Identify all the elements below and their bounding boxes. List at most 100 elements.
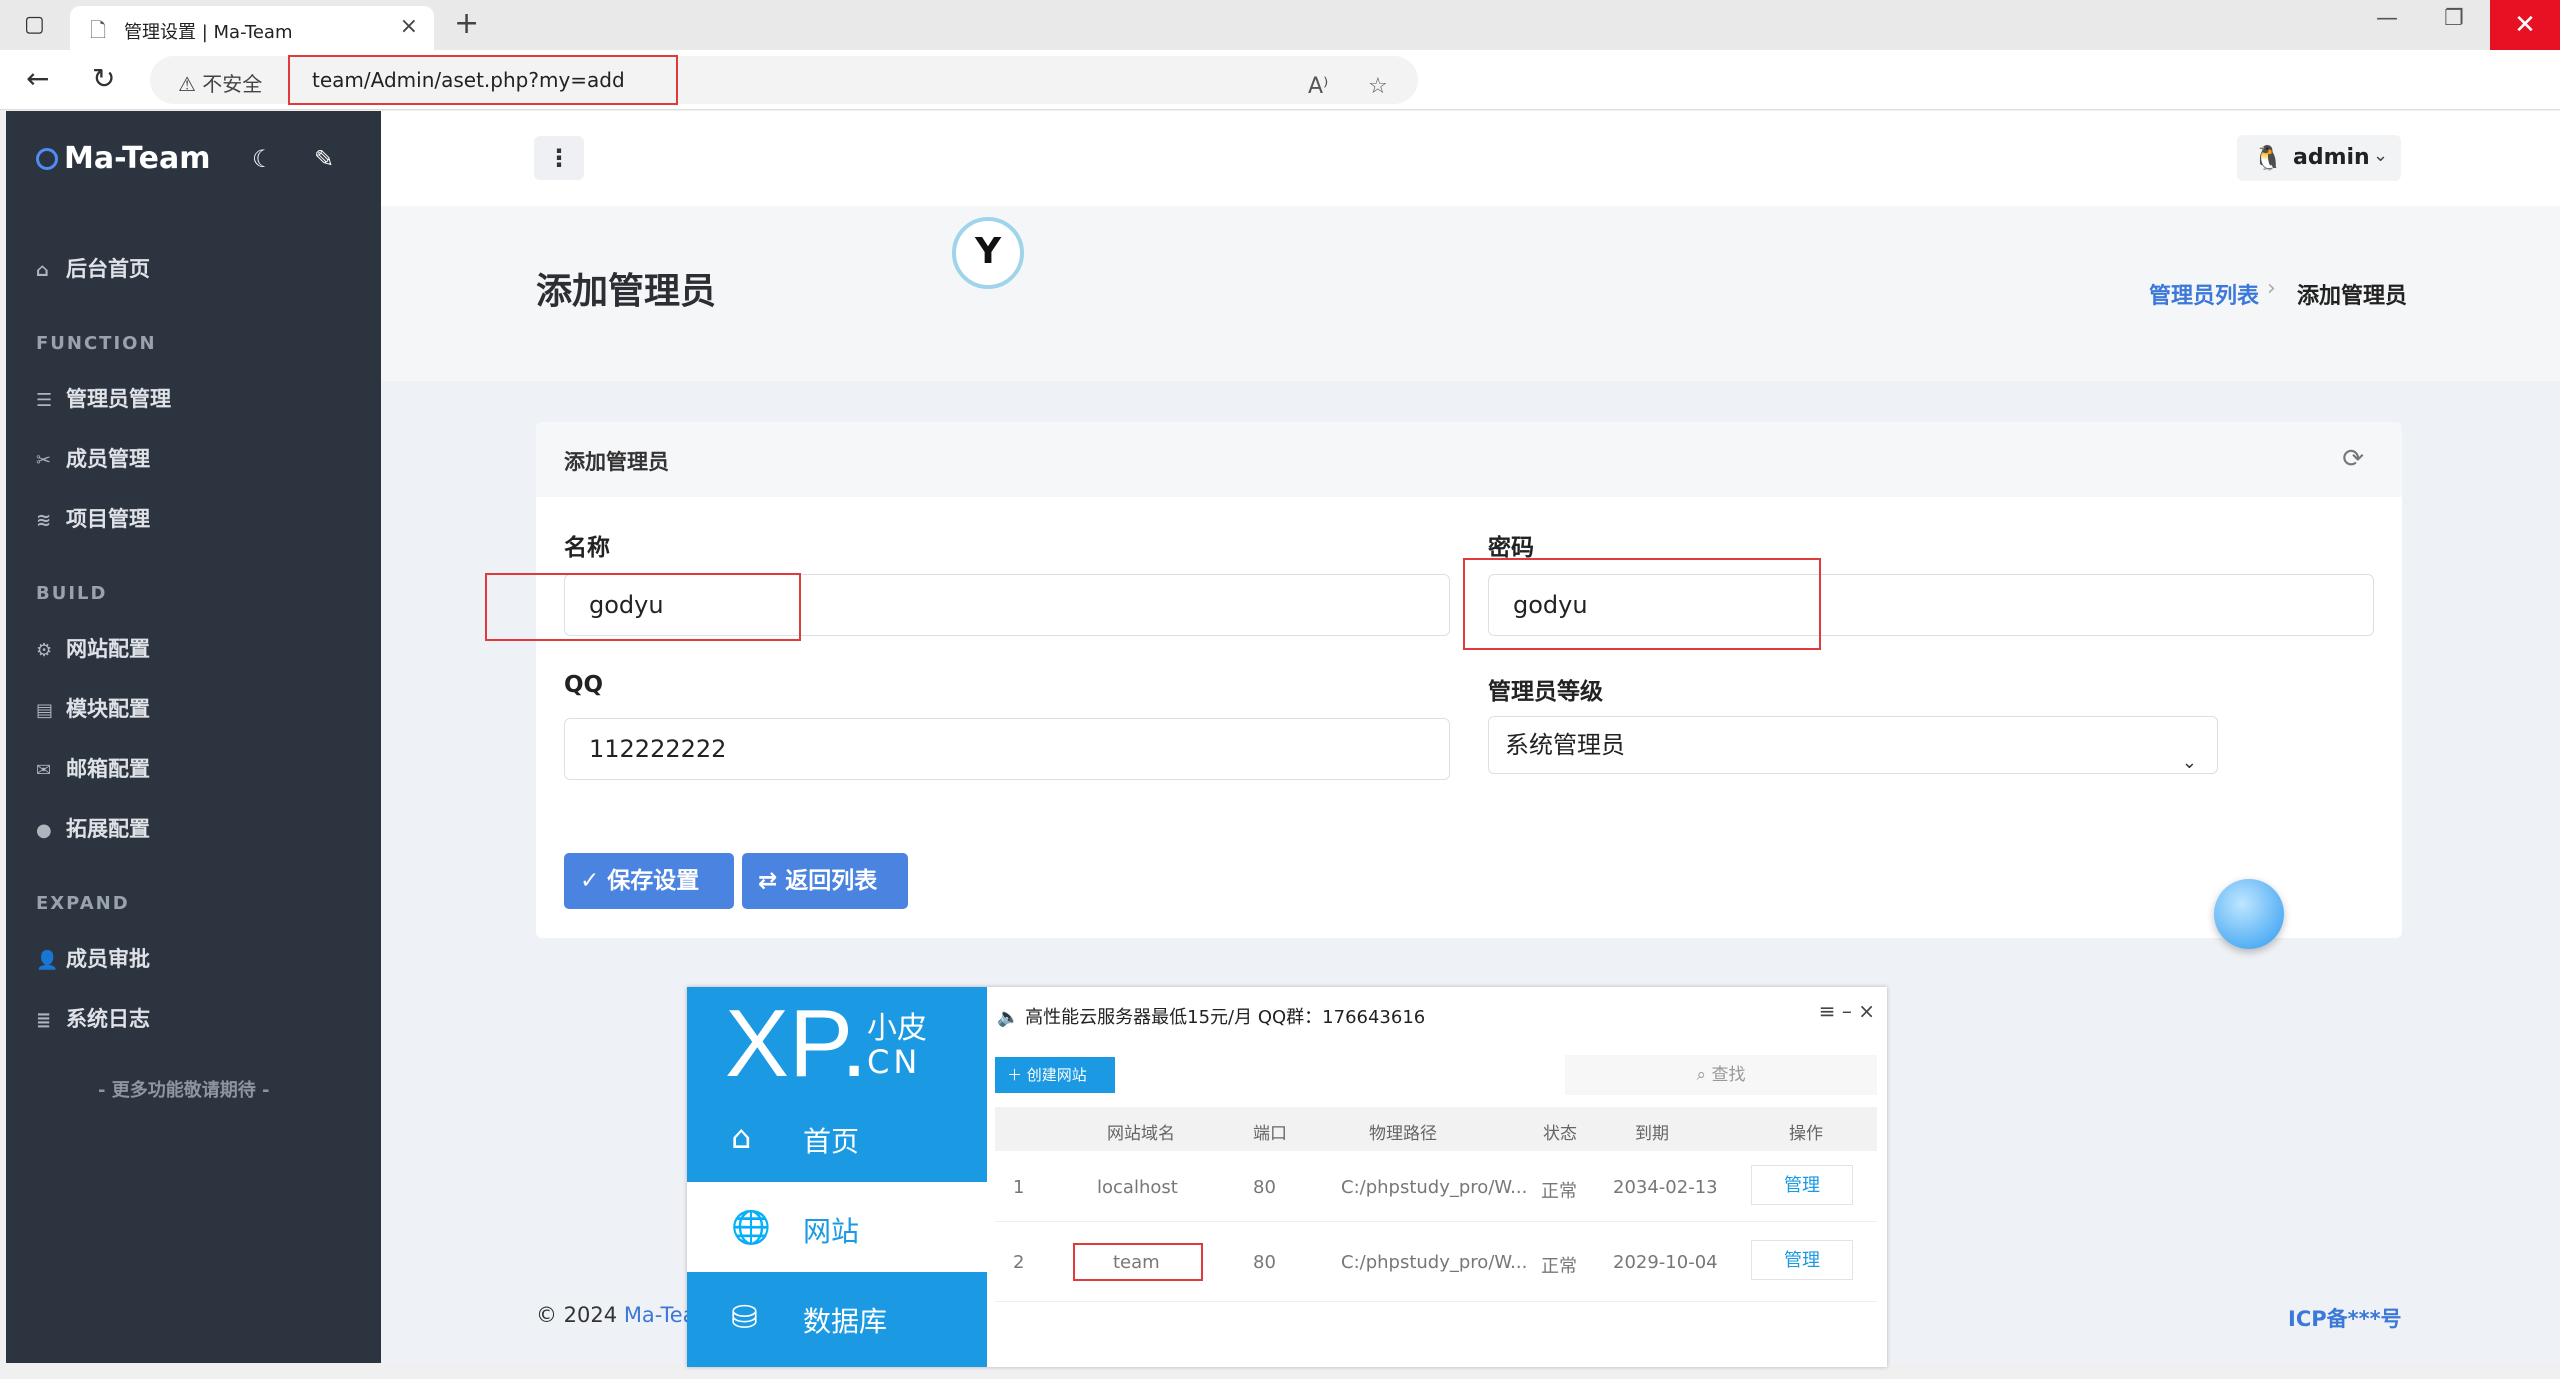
- phpstudy-nav-label: 首页: [803, 1125, 860, 1158]
- window-controls: ≡ – ×: [1819, 999, 1875, 1023]
- qq-input[interactable]: 112222222: [564, 718, 1450, 780]
- brush-icon[interactable]: ✎: [314, 145, 334, 173]
- row-port: 80: [1253, 1252, 1276, 1273]
- back-icon[interactable]: ←: [26, 62, 49, 95]
- level-select-value: 系统管理员: [1505, 731, 1625, 759]
- speaker-icon: 🔈: [997, 1007, 1026, 1028]
- sidebar-item-label: 成员管理: [66, 447, 150, 471]
- back-to-list-button[interactable]: ⇄ 返回列表: [742, 853, 908, 909]
- floating-logo-icon[interactable]: Y: [952, 217, 1024, 289]
- row-index: 2: [1013, 1252, 1025, 1273]
- sidebar-item-site-config[interactable]: ⚙ 网站配置: [36, 633, 150, 663]
- icp-link[interactable]: ICP备***号: [2288, 1303, 2402, 1333]
- qq-penguin-icon: 🐧: [2253, 144, 2283, 172]
- save-button[interactable]: ✓ 保存设置: [564, 853, 734, 909]
- url-text[interactable]: team/Admin/aset.php?my=add: [312, 68, 625, 92]
- exchange-icon: ⇄: [758, 868, 786, 894]
- phpstudy-nav-home[interactable]: ⌂ 首页: [687, 1092, 987, 1182]
- name-label: 名称: [564, 535, 610, 561]
- tab-title: 管理设置 | Ma-Team: [124, 22, 293, 43]
- manage-button[interactable]: 管理: [1751, 1240, 1853, 1280]
- user-plus-icon: 👤: [36, 950, 59, 971]
- level-label: 管理员等级: [1488, 679, 1603, 705]
- row-divider: [995, 1301, 1877, 1302]
- column-header: 端口: [1253, 1124, 1287, 1144]
- read-aloud-icon[interactable]: A⁾: [1308, 74, 1328, 99]
- top-header: ⋮ 🐧 admin ⌄: [381, 111, 2560, 206]
- new-tab-icon[interactable]: +: [454, 6, 479, 41]
- chevron-down-icon: ⌄: [2181, 752, 2197, 773]
- check-icon: ✓: [580, 868, 608, 894]
- level-select[interactable]: 系统管理员 ⌄: [1488, 716, 2218, 774]
- favorite-star-icon[interactable]: ☆: [1368, 74, 1388, 99]
- copyright-brand-link[interactable]: Ma-Tea: [624, 1303, 696, 1327]
- row-port: 80: [1253, 1177, 1276, 1198]
- back-button-label: 返回列表: [785, 868, 878, 894]
- create-site-button[interactable]: ＋ 创建网站: [995, 1057, 1115, 1093]
- minimize-icon[interactable]: —: [2376, 6, 2398, 31]
- list-icon: ☰: [36, 390, 53, 411]
- row-path: C:/phpstudy_pro/W...: [1341, 1177, 1528, 1198]
- phpstudy-sidebar: XP. 小皮 CN ⌂ 首页 🌐 网站 ⛁ 数据库: [687, 987, 987, 1367]
- copyright: © 2024 Ma-Tea: [536, 1303, 696, 1327]
- logo-ring-icon: [36, 148, 58, 170]
- reload-icon[interactable]: ↻: [92, 62, 115, 95]
- dark-mode-icon[interactable]: ☾: [252, 145, 274, 173]
- name-highlight-box: [485, 573, 801, 641]
- restore-icon[interactable]: ❐: [2444, 6, 2464, 31]
- brand-logo[interactable]: Ma-Team: [36, 141, 210, 176]
- database-icon: ⛁: [731, 1298, 758, 1336]
- sidebar-item-module-config[interactable]: ▤ 模块配置: [36, 693, 150, 723]
- search-placeholder: 查找: [1711, 1065, 1746, 1085]
- chart-icon: ≣: [36, 1010, 52, 1031]
- home-icon: ⌂: [36, 260, 49, 281]
- minimize-icon[interactable]: –: [1842, 999, 1852, 1023]
- phpstudy-nav-database[interactable]: ⛁ 数据库: [687, 1272, 987, 1367]
- user-menu-button[interactable]: 🐧 admin ⌄: [2237, 135, 2401, 181]
- section-expand: EXPAND: [36, 893, 130, 914]
- sidebar-item-admin-manage[interactable]: ☰ 管理员管理: [36, 383, 171, 413]
- sidebar-item-home[interactable]: ⌂ 后台首页: [36, 253, 150, 283]
- manage-button[interactable]: 管理: [1751, 1165, 1853, 1205]
- window-close-icon[interactable]: ✕: [2490, 0, 2560, 50]
- sidebar-item-member-approval[interactable]: 👤 成员审批: [36, 943, 150, 973]
- sidebar-item-project-manage[interactable]: ≋ 项目管理: [36, 503, 150, 533]
- sidebar-item-mail-config[interactable]: ✉ 邮箱配置: [36, 753, 150, 783]
- sidebar-item-member-manage[interactable]: ✂ 成员管理: [36, 443, 150, 473]
- xp-logo-main: XP.: [725, 990, 868, 1097]
- sidebar-item-label: 管理员管理: [66, 387, 171, 411]
- column-header: 到期: [1635, 1124, 1669, 1144]
- layers-icon: ≋: [36, 510, 52, 531]
- site-search-input[interactable]: ⌕ 查找: [1565, 1055, 1877, 1095]
- page-title-bar: 添加管理员 Y 管理员列表 › 添加管理员: [381, 206, 2560, 381]
- add-admin-card: 添加管理员 ⟳ 名称 godyu 密码 godyu QQ 112222222 管…: [536, 422, 2402, 949]
- site-table-header: 网站域名 端口 物理路径 状态 到期 操作: [995, 1107, 1877, 1151]
- phpstudy-ad-title: 🔈 高性能云服务器最低15元/月 QQ群：176643616: [997, 1003, 1425, 1029]
- sidebar-item-extend-config[interactable]: ● 拓展配置: [36, 813, 150, 843]
- browser-tab[interactable]: 🗋 管理设置 | Ma-Team ×: [70, 6, 434, 50]
- briefcase-icon: ▤: [36, 700, 54, 721]
- menu-icon[interactable]: ≡: [1819, 999, 1836, 1023]
- breadcrumb-admin-list[interactable]: 管理员列表: [2149, 278, 2259, 310]
- username: admin: [2293, 145, 2370, 170]
- phpstudy-nav-website[interactable]: 🌐 网站: [687, 1182, 987, 1272]
- sidebar-item-system-log[interactable]: ≣ 系统日志: [36, 1003, 150, 1033]
- security-indicator[interactable]: ⚠ 不安全: [178, 68, 262, 97]
- phpstudy-main: 🔈 高性能云服务器最低15元/月 QQ群：176643616 ≡ – × ＋ 创…: [987, 987, 1887, 1367]
- close-tab-icon[interactable]: ×: [400, 14, 418, 39]
- breadcrumb-current: 添加管理员: [2297, 284, 2408, 309]
- menu-kebab-icon[interactable]: ⋮: [534, 136, 584, 180]
- row-expires: 2034-02-13: [1613, 1177, 1718, 1198]
- refresh-icon[interactable]: ⟳: [2342, 444, 2364, 474]
- sidebar-item-label: 成员审批: [66, 947, 150, 971]
- xp-logo-cn: CN: [867, 1043, 922, 1081]
- column-header: 状态: [1543, 1124, 1577, 1144]
- close-icon[interactable]: ×: [1858, 999, 1875, 1023]
- floating-assistant-icon[interactable]: [2214, 879, 2284, 949]
- sidebar-toggle-icon[interactable]: ▢: [24, 12, 45, 37]
- chevron-down-icon: ⌄: [2373, 145, 2389, 166]
- row-status: 正常: [1541, 1181, 1577, 1202]
- browser-tab-bar: ▢ 🗋 管理设置 | Ma-Team × + — ❐ ✕: [0, 0, 2560, 50]
- globe-icon: 🌐: [731, 1208, 771, 1246]
- column-header: 网站域名: [1107, 1124, 1175, 1144]
